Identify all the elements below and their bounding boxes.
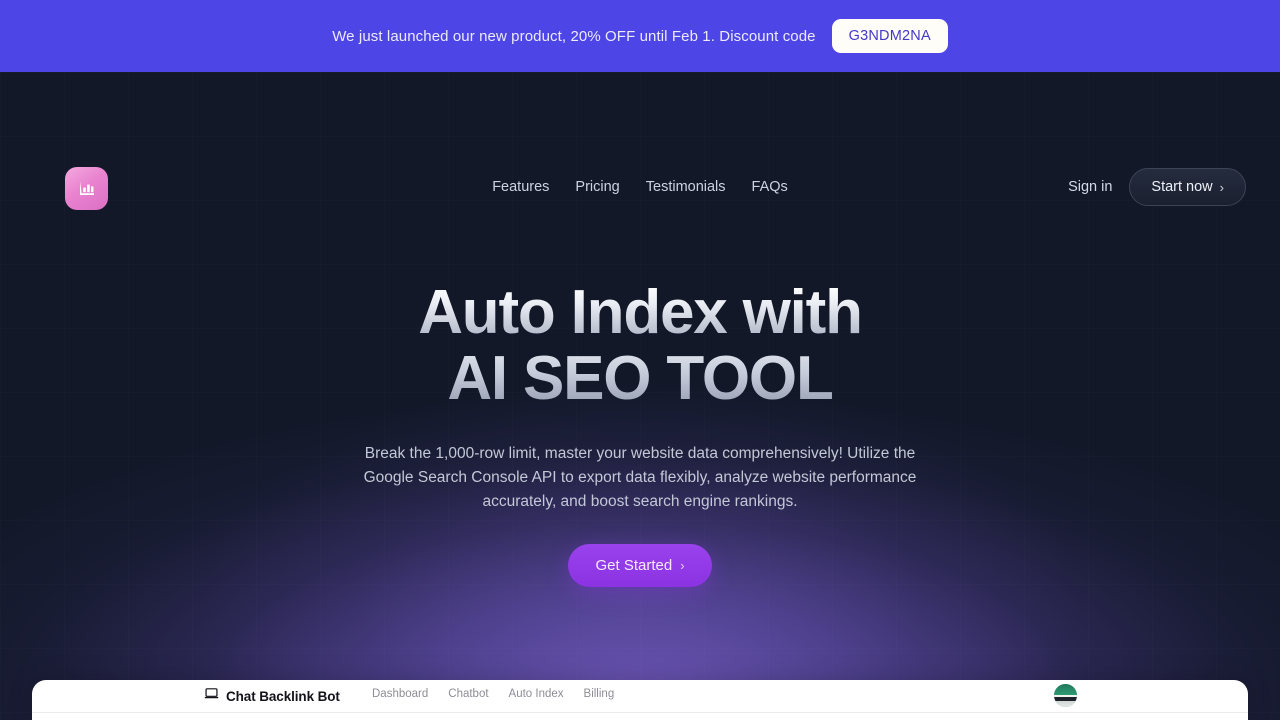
promo-banner-text: We just launched our new product, 20% OF… — [332, 27, 816, 45]
promo-banner: We just launched our new product, 20% OF… — [0, 0, 1280, 72]
sign-in-link[interactable]: Sign in — [1068, 179, 1112, 195]
start-now-label: Start now — [1151, 179, 1213, 195]
promo-discount-code[interactable]: G3NDM2NA — [831, 19, 948, 53]
app-nav-item-dashboard[interactable]: Dashboard — [372, 688, 428, 700]
site-header: Features Pricing Testimonials FAQs Sign … — [0, 72, 1280, 210]
get-started-button[interactable]: Get Started › — [568, 544, 712, 587]
app-nav-item-chatbot[interactable]: Chatbot — [448, 688, 488, 700]
nav-item-features[interactable]: Features — [479, 176, 562, 198]
header-actions: Sign in Start now › — [1068, 168, 1246, 206]
app-brand-name: Chat Backlink Bot — [226, 688, 340, 704]
app-preview-panel: Chat Backlink Bot Dashboard Chatbot Auto… — [32, 680, 1248, 720]
app-nav-item-billing[interactable]: Billing — [584, 688, 615, 700]
hero-title-line-1: Auto Index with — [0, 282, 1280, 344]
hero-title-line-2: AI SEO TOOL — [0, 348, 1280, 410]
nav-item-pricing[interactable]: Pricing — [562, 176, 632, 198]
avatar-base — [1054, 700, 1077, 707]
landing-page: We just launched our new product, 20% OF… — [0, 0, 1280, 720]
app-preview-topbar: Chat Backlink Bot Dashboard Chatbot Auto… — [32, 680, 1248, 713]
nav-item-testimonials[interactable]: Testimonials — [633, 176, 739, 198]
hero-title: Auto Index with AI SEO TOOL — [0, 282, 1280, 410]
nav-item-faqs[interactable]: FAQs — [739, 176, 801, 198]
get-started-label: Get Started — [595, 557, 673, 574]
avatar[interactable] — [1054, 684, 1077, 707]
app-nav-item-auto-index[interactable]: Auto Index — [509, 688, 564, 700]
app-preview-nav: Dashboard Chatbot Auto Index Billing — [372, 688, 614, 700]
hero-section: Auto Index with AI SEO TOOL Break the 1,… — [0, 160, 1280, 587]
avatar-top — [1054, 684, 1077, 695]
chevron-right-icon: › — [1219, 179, 1224, 195]
app-brand[interactable]: Chat Backlink Bot — [204, 686, 340, 706]
chevron-right-icon: › — [680, 558, 685, 573]
start-now-button[interactable]: Start now › — [1129, 168, 1246, 206]
laptop-icon — [204, 686, 219, 706]
hero-subtitle: Break the 1,000-row limit, master your w… — [363, 445, 917, 510]
